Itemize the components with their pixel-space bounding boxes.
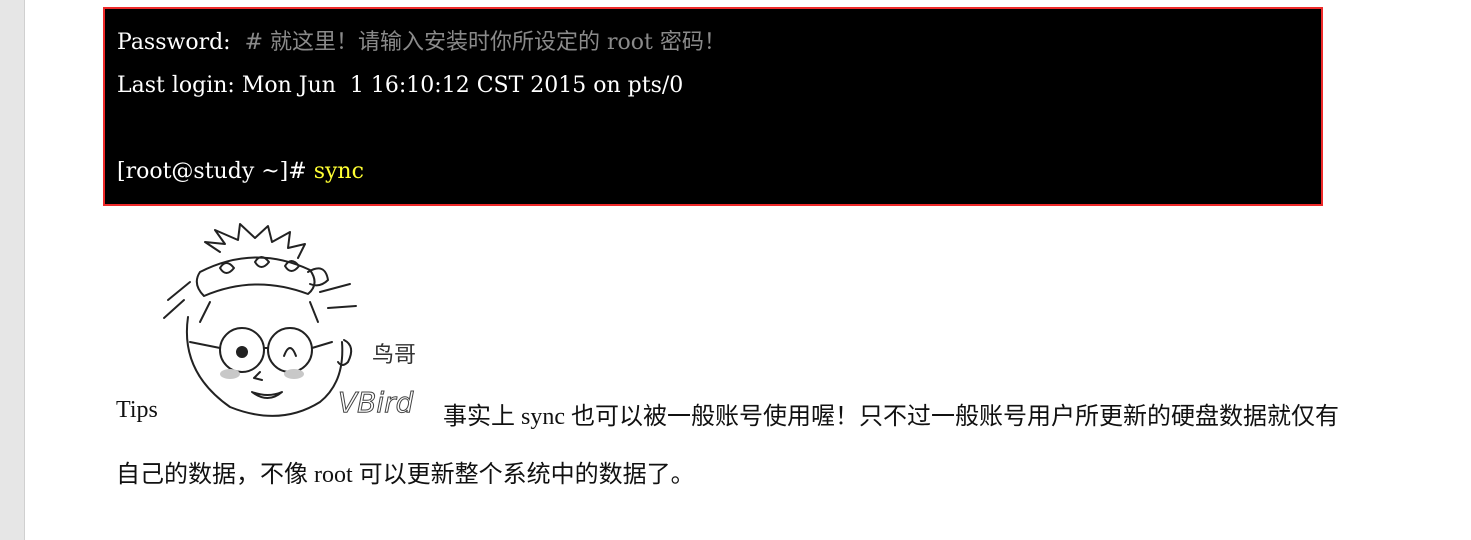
mascot-caption: 鸟哥 [372, 343, 416, 368]
shell-prompt: [root@study ~]# [117, 159, 314, 184]
password-prompt: Password: [117, 30, 245, 55]
password-comment: # 就这里！请输入安装时你所设定的 root 密码！ [244, 30, 726, 55]
tips-text-line-2: 自己的数据，不像 root 可以更新整个系统中的数据了。 [116, 462, 695, 488]
document-page: Password: # 就这里！请输入安装时你所设定的 root 密码！ Las… [0, 0, 1471, 540]
terminal-line-last-login: Last login: Mon Jun 1 16:10:12 CST 2015 … [117, 73, 684, 98]
tips-label: Tips [116, 397, 158, 423]
tips-text-line-1: 事实上 sync 也可以被一般账号使用喔！只不过一般账号用户所更新的硬盘数据就仅… [443, 404, 1339, 430]
mascot-signature: VBird [338, 386, 414, 419]
vbird-mascot-image: 鸟哥 VBird [163, 223, 416, 420]
terminal-line-password: Password: # 就这里！请输入安装时你所设定的 root 密码！ [117, 30, 726, 56]
sync-command: sync [313, 159, 364, 184]
page-gutter [0, 0, 25, 540]
terminal-block: Password: # 就这里！请输入安装时你所设定的 root 密码！ Las… [103, 7, 1323, 206]
terminal-line-sync: [root@study ~]# sync [117, 159, 364, 185]
